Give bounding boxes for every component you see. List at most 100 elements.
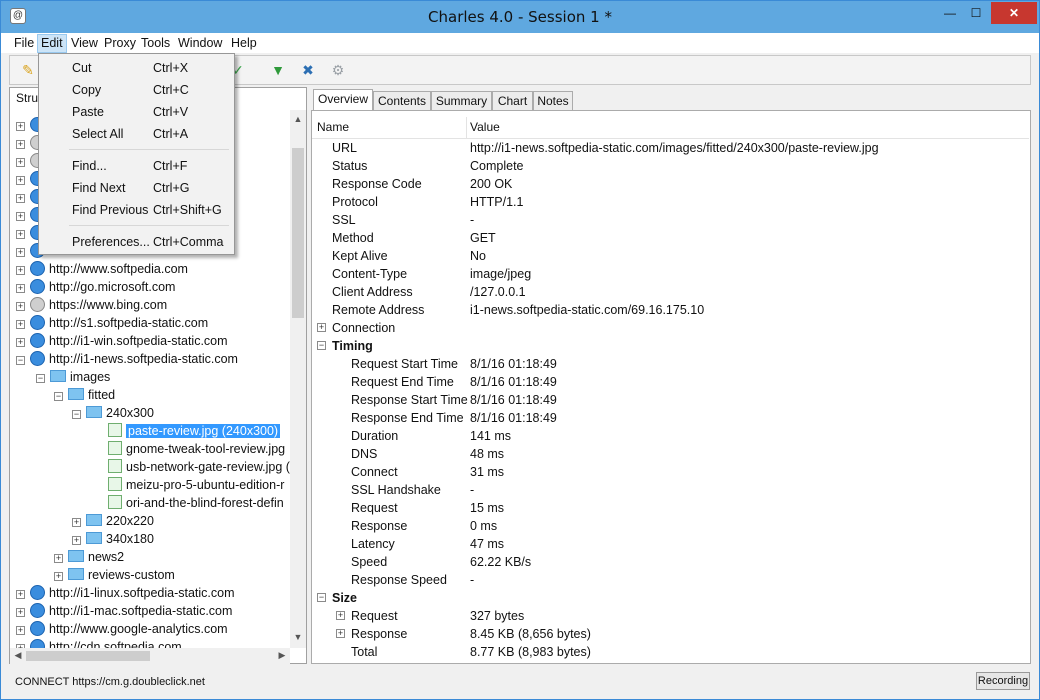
table-row[interactable]: Request End Time 8/1/16 01:18:49 (312, 373, 1029, 391)
tree-row-340x180[interactable]: +340x180 (72, 530, 154, 548)
collapse-icon[interactable]: − (317, 341, 326, 350)
tree-vertical-scrollbar[interactable]: ▲ ▼ (290, 110, 306, 648)
table-row[interactable]: Response End Time 8/1/16 01:18:49 (312, 409, 1029, 427)
column-divider[interactable] (466, 117, 467, 139)
tree-row-paste-review[interactable]: paste-review.jpg (240x300) (108, 422, 281, 440)
column-name[interactable]: Name (317, 120, 349, 134)
broom-icon[interactable]: ✎ (20, 62, 36, 78)
menu-item-cut[interactable]: Cut Ctrl+X (41, 58, 232, 78)
menu-view[interactable]: View (68, 34, 101, 53)
expand-icon[interactable]: + (16, 284, 25, 293)
expand-icon[interactable]: + (317, 323, 326, 332)
expand-icon[interactable]: + (72, 518, 81, 527)
table-row[interactable]: Response 0 ms (312, 517, 1029, 535)
menu-item-copy[interactable]: Copy Ctrl+C (41, 80, 232, 100)
table-row[interactable]: + Response 8.45 KB (8,656 bytes) (312, 625, 1029, 643)
tree-row-images[interactable]: − images (36, 368, 110, 386)
menu-edit[interactable]: Edit (37, 34, 67, 53)
table-row[interactable]: Response Code 200 OK (312, 175, 1029, 193)
table-row[interactable]: Status Complete (312, 157, 1029, 175)
table-row[interactable]: Method GET (312, 229, 1029, 247)
tree-row-file[interactable]: usb-network-gate-review.jpg ( (108, 458, 290, 476)
tools-icon[interactable]: ✖ (300, 62, 316, 78)
collapse-icon[interactable]: − (72, 410, 81, 419)
expand-icon[interactable]: + (16, 230, 25, 239)
tree-row-file[interactable]: gnome-tweak-tool-review.jpg (108, 440, 285, 458)
table-row[interactable]: Response Speed - (312, 571, 1029, 589)
table-row[interactable]: Remote Address i1-news.softpedia-static.c… (312, 301, 1029, 319)
menu-file[interactable]: File (11, 34, 37, 53)
expand-icon[interactable]: + (16, 608, 25, 617)
table-row-connection[interactable]: + Connection (312, 319, 1029, 337)
menu-tools[interactable]: Tools (138, 34, 173, 53)
menu-item-preferences[interactable]: Preferences... Ctrl+Comma (41, 232, 232, 252)
collapse-icon[interactable]: − (36, 374, 45, 383)
expand-icon[interactable]: + (16, 320, 25, 329)
expand-icon[interactable]: + (16, 248, 25, 257)
tree-horizontal-scrollbar[interactable]: ◀ ▶ (10, 648, 290, 664)
expand-icon[interactable]: + (16, 194, 25, 203)
table-row[interactable]: Total 8.77 KB (8,983 bytes) (312, 643, 1029, 661)
tab-overview[interactable]: Overview (313, 89, 373, 112)
expand-icon[interactable]: + (72, 536, 81, 545)
tab-notes[interactable]: Notes (533, 91, 573, 111)
table-row[interactable]: SSL - (312, 211, 1029, 229)
table-row[interactable]: Response Start Time 8/1/16 01:18:49 (312, 391, 1029, 409)
scroll-left-icon[interactable]: ◀ (10, 650, 26, 661)
table-row[interactable]: DNS 48 ms (312, 445, 1029, 463)
maximize-icon[interactable]: ☐ (963, 2, 989, 24)
expand-icon[interactable]: + (16, 590, 25, 599)
gear-icon[interactable]: ⚙ (330, 62, 346, 78)
tree-row-cdn[interactable]: + http://cdn.softpedia.com (16, 638, 182, 648)
tree-row-reviews-custom[interactable]: + reviews-custom (54, 566, 175, 584)
tab-summary[interactable]: Summary (431, 91, 492, 111)
expand-icon[interactable]: + (336, 629, 345, 638)
expand-icon[interactable]: + (54, 554, 63, 563)
expand-icon[interactable]: + (336, 611, 345, 620)
recording-button[interactable]: Recording (976, 672, 1030, 690)
tree-row-i1-mac[interactable]: + http://i1-mac.softpedia-static.com (16, 602, 232, 620)
menu-item-find-next[interactable]: Find Next Ctrl+G (41, 178, 232, 198)
tab-chart[interactable]: Chart (492, 91, 533, 111)
scroll-right-icon[interactable]: ▶ (274, 650, 290, 661)
menu-help[interactable]: Help (228, 34, 260, 53)
collapse-icon[interactable]: − (54, 392, 63, 401)
tree-row-bing[interactable]: + https://www.bing.com (16, 296, 167, 314)
menu-item-paste[interactable]: Paste Ctrl+V (41, 102, 232, 122)
basket-icon[interactable]: ▼ (270, 62, 286, 78)
tree-row-220x220[interactable]: +220x220 (72, 512, 154, 530)
menu-window[interactable]: Window (175, 34, 225, 53)
scroll-up-icon[interactable]: ▲ (290, 114, 306, 124)
tree-row-microsoft[interactable]: + http://go.microsoft.com (16, 278, 175, 296)
scroll-thumb[interactable] (26, 651, 150, 661)
tree-row-file[interactable]: ori-and-the-blind-forest-defin (108, 494, 284, 512)
table-row[interactable]: SSL Handshake - (312, 481, 1029, 499)
expand-icon[interactable]: + (54, 572, 63, 581)
scroll-down-icon[interactable]: ▼ (290, 632, 306, 642)
table-row[interactable]: Request 15 ms (312, 499, 1029, 517)
collapse-icon[interactable]: − (16, 356, 25, 365)
tree-row-softpedia[interactable]: + http://www.softpedia.com (16, 260, 188, 278)
table-row[interactable]: Kept Alive No (312, 247, 1029, 265)
tree-row-i1-win[interactable]: + http://i1-win.softpedia-static.com (16, 332, 228, 350)
expand-icon[interactable]: + (16, 338, 25, 347)
tree-row-fitted[interactable]: − fitted (54, 386, 115, 404)
tree-row-i1-news[interactable]: − http://i1-news.softpedia-static.com (16, 350, 238, 368)
table-row[interactable]: Connect 31 ms (312, 463, 1029, 481)
table-row[interactable]: Protocol HTTP/1.1 (312, 193, 1029, 211)
table-row[interactable]: Request Start Time 8/1/16 01:18:49 (312, 355, 1029, 373)
expand-icon[interactable]: + (16, 266, 25, 275)
close-icon[interactable]: ✕ (991, 2, 1037, 24)
menu-proxy[interactable]: Proxy (101, 34, 139, 53)
tree-row-i1-linux[interactable]: + http://i1-linux.softpedia-static.com (16, 584, 235, 602)
expand-icon[interactable]: + (16, 626, 25, 635)
expand-icon[interactable]: + (16, 302, 25, 311)
table-row-timing[interactable]: − Timing (312, 337, 1029, 355)
tree-row-google-analytics[interactable]: + http://www.google-analytics.com (16, 620, 228, 638)
expand-icon[interactable]: + (16, 176, 25, 185)
menu-item-find-previous[interactable]: Find Previous Ctrl+Shift+G (41, 200, 232, 220)
collapse-icon[interactable]: − (317, 593, 326, 602)
table-row[interactable]: Latency 47 ms (312, 535, 1029, 553)
table-row[interactable]: Client Address/127.0.0.1 (312, 283, 1029, 301)
column-value[interactable]: Value (470, 120, 500, 134)
